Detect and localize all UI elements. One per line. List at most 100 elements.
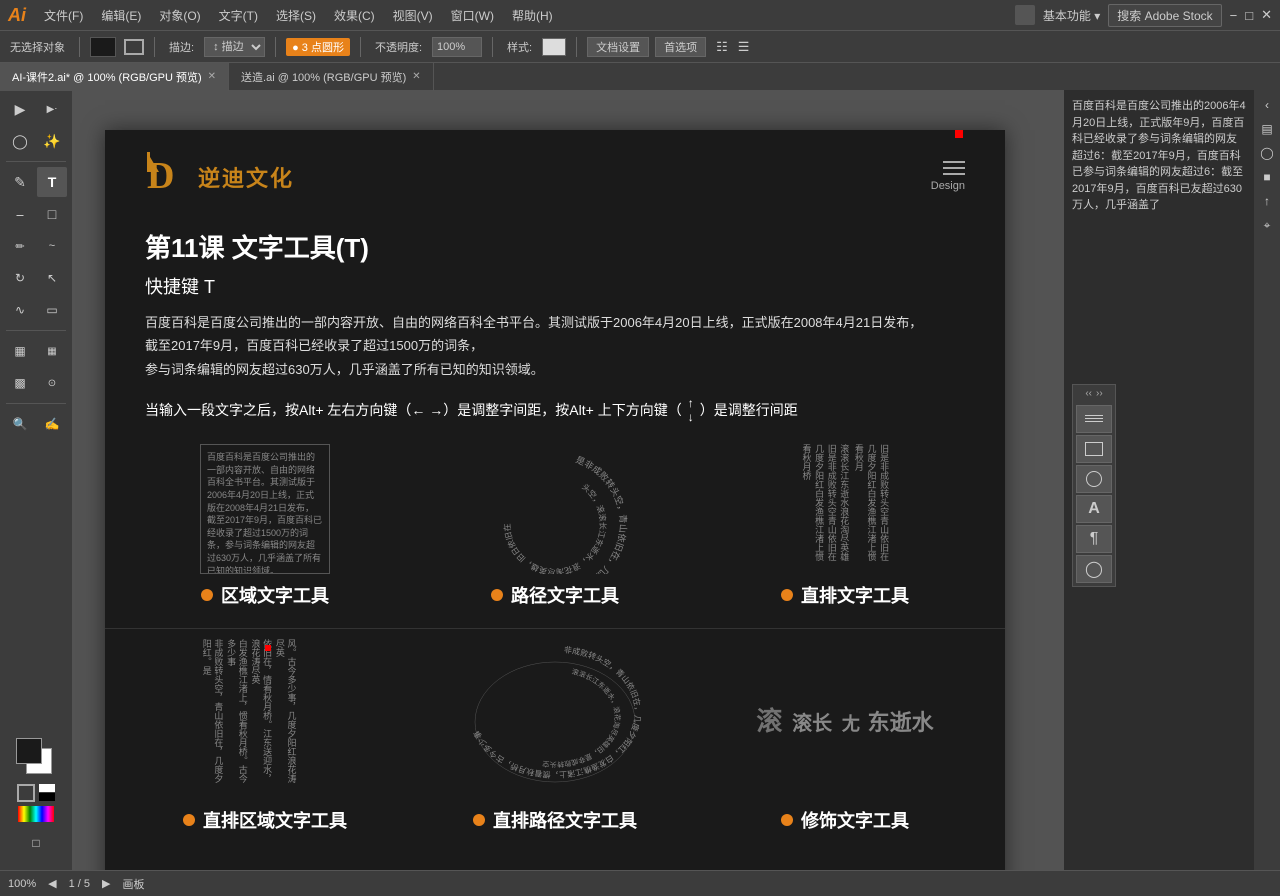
vert-area-container: 非成败转头空，青山依旧在，几度夕阳红。是 白发渔樵江渚上，惯看秋月桥。古今多少事… (200, 639, 330, 799)
vert-path-dot (473, 814, 485, 826)
mini-btn-lines[interactable] (1076, 405, 1112, 433)
zoom-tool[interactable]: 🔍 (5, 409, 35, 439)
white-swatch[interactable] (39, 784, 55, 792)
direct-select-tool[interactable]: ▶⋅ (37, 94, 67, 124)
page-info: 1 / 5 (69, 878, 90, 890)
design-menu: Design (931, 161, 965, 192)
style-swatch[interactable] (542, 38, 566, 56)
gradient-tool[interactable]: ▦ (5, 336, 35, 366)
type-tool[interactable]: T (37, 167, 67, 197)
area-text-name: 区域文字工具 (221, 582, 329, 608)
right-panel-icon3[interactable]: ■ (1259, 166, 1274, 188)
menu-file[interactable]: 文件(F) (36, 5, 91, 26)
deco-text-name: 修饰文字工具 (801, 807, 909, 833)
color-section: □ (16, 738, 56, 866)
hamburger-icon[interactable] (943, 161, 965, 175)
status-bar: 100% ◀ 1 / 5 ▶ 画板 (0, 870, 1280, 896)
mesh-tool[interactable]: ▦ (37, 336, 67, 366)
shape-tool[interactable]: □ (37, 199, 67, 229)
tab-2[interactable]: 送造.ai @ 100% (RGB/GPU 预览) ✕ (229, 63, 434, 91)
color-boxes[interactable] (16, 738, 56, 778)
warp-tool[interactable]: ∿ (5, 295, 35, 325)
bw-swatches[interactable] (39, 784, 55, 802)
chart-tool[interactable]: ▩ (5, 368, 35, 398)
right-panel-icon4[interactable]: ↑ (1260, 190, 1274, 212)
path-text-label: 路径文字工具 (491, 582, 619, 608)
tab-1-close[interactable]: ✕ (208, 71, 216, 82)
deco-char-1: 滚 滚长 ⺐ 东逝水 (756, 701, 933, 738)
nav-prev[interactable]: ◀ (48, 877, 56, 890)
pen-tool[interactable]: ✎ (5, 167, 35, 197)
menu-window[interactable]: 窗口(W) (443, 5, 502, 26)
foreground-color[interactable] (16, 738, 42, 764)
zoom-level[interactable]: 100% (8, 878, 36, 890)
up-down-arrows: ↑↓ (688, 396, 694, 424)
menu-view[interactable]: 视图(V) (385, 5, 441, 26)
preferences-btn[interactable]: 首选项 (655, 37, 706, 57)
hand-tool[interactable]: ✍ (37, 409, 67, 439)
tab-1[interactable]: AI-课件2.ai* @ 100% (RGB/GPU 预览) ✕ (0, 63, 229, 91)
logo-text: D 逆迪文化 (145, 150, 294, 203)
free-transform-tool[interactable]: ▭ (37, 295, 67, 325)
menu-edit[interactable]: 编辑(E) (93, 5, 149, 26)
path-text-dot (491, 589, 503, 601)
nav-next[interactable]: ▶ (102, 877, 110, 890)
deco-char-east: 东逝水 (868, 710, 934, 735)
color-spectrum[interactable] (18, 806, 54, 822)
lasso-tool[interactable]: ◯ (5, 126, 35, 156)
rotate-tool[interactable]: ↻ (5, 263, 35, 293)
align-icon[interactable]: ☰ (738, 39, 750, 55)
mini-btn-circle[interactable] (1076, 465, 1112, 493)
none-swatch[interactable] (17, 784, 35, 802)
black-swatch[interactable] (39, 793, 55, 801)
vertical-text-example: 滚滚长江东逝水浪花淘尽英雄旧是非成败转头空青山依旧在几度夕阳红白发渔樵江渚上惯看… (705, 444, 985, 608)
minimize-btn[interactable]: − (1230, 8, 1238, 23)
right-panel-collapse[interactable]: ‹ (1261, 94, 1273, 116)
stock-search[interactable]: 搜索 Adobe Stock (1108, 4, 1221, 27)
mini-btn-type-A[interactable]: A (1076, 495, 1112, 523)
tab-2-close[interactable]: ✕ (412, 71, 420, 82)
magic-wand-tool[interactable]: ✨ (37, 126, 67, 156)
selection-tool[interactable]: ▶ (5, 94, 35, 124)
smooth-tool[interactable]: ~ (37, 231, 67, 261)
workspace-label[interactable]: 基本功能 ▾ (1043, 7, 1100, 24)
menu-right: 基本功能 ▾ 搜索 Adobe Stock − □ ✕ (1015, 4, 1272, 27)
tool-divider-1 (6, 161, 66, 162)
menu-help[interactable]: 帮助(H) (504, 5, 561, 26)
mini-btn-para[interactable]: ¶ (1076, 525, 1112, 553)
right-panel-icon2[interactable]: ◯ (1256, 142, 1277, 164)
stroke-select[interactable]: ↕ 描边 (204, 37, 265, 57)
maximize-btn[interactable]: □ (1245, 8, 1253, 23)
arrange-icon[interactable]: ☷ (716, 39, 728, 55)
canvas-scroll[interactable]: D 逆迪文化 (72, 90, 1038, 870)
stroke-color-swatch[interactable] (124, 39, 144, 55)
doc-settings-btn[interactable]: 文档设置 (587, 37, 649, 57)
tab-2-label: 送造.ai @ 100% (RGB/GPU 预览) (241, 69, 406, 85)
mini-tools-panel: ‹‹ ›› A (1072, 384, 1116, 587)
menu-object[interactable]: 对象(O) (151, 5, 208, 26)
scale-tool[interactable]: ↖ (37, 263, 67, 293)
area-text-content: 百度百科是百度公司推出的一部内容开放、自由的网络百科全书平台。其测试版于2006… (207, 452, 322, 574)
fill-color-swatch[interactable] (90, 37, 116, 57)
svg-text:头空，滚滚长江东逝水，浪花淘尽英雄，旧日依旧在: 头空，滚滚长江东逝水，浪花淘尽英雄，旧日依旧在 (502, 482, 608, 575)
pencil-tool[interactable]: ✏ (5, 231, 35, 261)
menu-effect[interactable]: 效果(C) (326, 5, 383, 26)
deco-char-gun2: 滚长 (792, 713, 832, 735)
mini-btn-rect[interactable] (1076, 435, 1112, 463)
symbol-tool[interactable]: ⊙ (37, 368, 67, 398)
mini-expand-icon[interactable]: ›› (1096, 388, 1103, 399)
right-panel-icon5[interactable]: ⌖ (1260, 214, 1275, 237)
menu-text[interactable]: 文字(T) (211, 5, 266, 26)
vertical-text-dot (781, 589, 793, 601)
menu-select[interactable]: 选择(S) (268, 5, 324, 26)
mini-collapse-icon[interactable]: ‹‹ (1085, 388, 1092, 399)
artboard-tool[interactable]: □ (21, 828, 51, 858)
vert-area-col1: 非成败转头空，青山依旧在，几度夕阳红。是 (200, 639, 223, 789)
vertical-text-content: 滚滚长江东逝水浪花淘尽英雄旧是非成败转头空青山依旧在几度夕阳红白发渔樵江渚上惯看… (800, 444, 850, 564)
lesson-title: 第11课 文字工具(T) (105, 228, 1005, 265)
right-panel-icon1[interactable]: ▤ (1257, 118, 1276, 140)
line-tool[interactable]: ⎯ (5, 199, 35, 229)
close-btn[interactable]: ✕ (1261, 7, 1272, 23)
opacity-input[interactable] (432, 37, 482, 57)
mini-btn-circle2[interactable]: ◯ (1076, 555, 1112, 583)
